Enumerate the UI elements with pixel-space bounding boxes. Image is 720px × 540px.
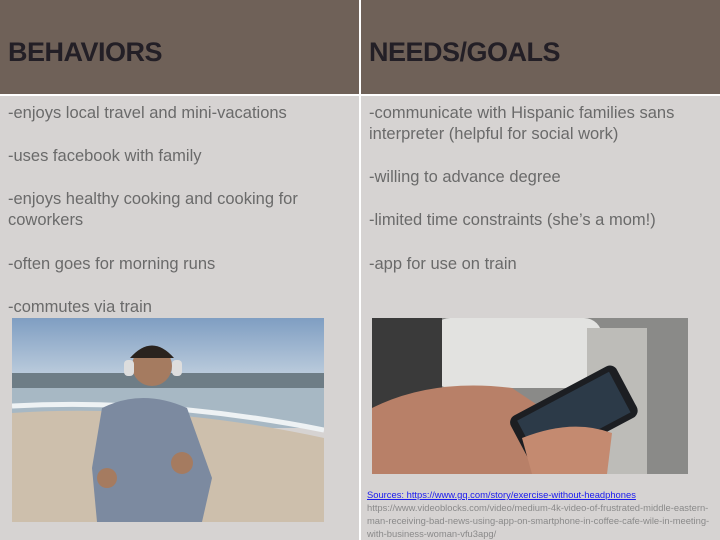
phone-photo — [372, 318, 688, 474]
list-item: -app for use on train — [369, 255, 517, 273]
list-item: -often goes for morning runs — [8, 255, 216, 273]
source-link[interactable]: Sources: https://www.gq.com/story/exerci… — [367, 489, 636, 500]
list-item: -enjoys healthy cooking and cooking for … — [8, 190, 298, 229]
header-needs-goals: NEEDS/GOALS — [361, 0, 720, 94]
list-item: -willing to advance degree — [369, 168, 561, 186]
list-item: -limited time constraints (she’s a mom!) — [369, 211, 656, 229]
sources: Sources: https://www.gq.com/story/exerci… — [367, 488, 712, 540]
list-item: -enjoys local travel and mini-vacations — [8, 104, 287, 122]
header-behaviors: BEHAVIORS — [0, 0, 359, 94]
behaviors-title: BEHAVIORS — [8, 37, 163, 67]
needs-goals-title: NEEDS/GOALS — [369, 37, 561, 67]
list-item: -uses facebook with family — [8, 147, 202, 165]
list-item: -commutes via train — [8, 298, 152, 316]
list-item: -communicate with Hispanic families sans… — [369, 104, 675, 143]
source-text: https://www.videoblocks.com/video/medium… — [367, 502, 710, 539]
runner-photo — [12, 318, 324, 522]
